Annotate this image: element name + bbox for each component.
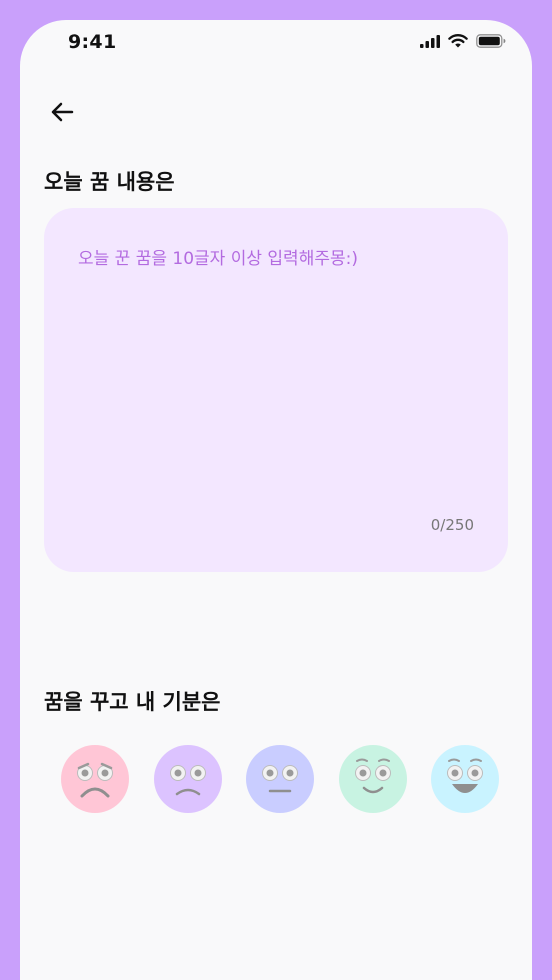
back-button[interactable] <box>46 98 78 130</box>
mood-happy-button[interactable] <box>338 744 408 814</box>
signal-icon <box>420 34 440 48</box>
mood-title: 꿈을 꾸고 내 기분은 <box>44 690 221 714</box>
arrow-left-icon <box>51 102 74 122</box>
dream-textarea[interactable] <box>78 244 478 504</box>
dream-content-title: 오늘 꿈 내용은 <box>44 170 175 194</box>
dream-input-box: 0/250 <box>44 208 508 572</box>
mood-sad-icon <box>153 745 222 813</box>
mood-neutral-icon <box>246 745 314 813</box>
mood-very-sad-button[interactable] <box>60 744 130 814</box>
mood-neutral-button[interactable] <box>245 744 315 814</box>
character-counter: 0/250 <box>430 516 474 534</box>
wifi-icon <box>448 34 468 48</box>
status-bar: 9:41 <box>20 20 532 64</box>
phone-screen: 9:41 오늘 꿈 내용은 오늘 꾼 꿈을 10글자 이상 입력해주몽:) 0/… <box>20 20 532 980</box>
status-time: 9:41 <box>68 31 117 53</box>
status-icons <box>420 34 506 48</box>
mood-very-happy-icon <box>431 745 499 813</box>
mood-happy-icon <box>338 745 407 813</box>
mood-selector <box>60 744 500 814</box>
battery-icon <box>476 34 506 48</box>
mood-very-happy-button[interactable] <box>430 744 500 814</box>
mood-sad-button[interactable] <box>153 744 223 814</box>
mood-very-sad-icon <box>61 745 129 813</box>
